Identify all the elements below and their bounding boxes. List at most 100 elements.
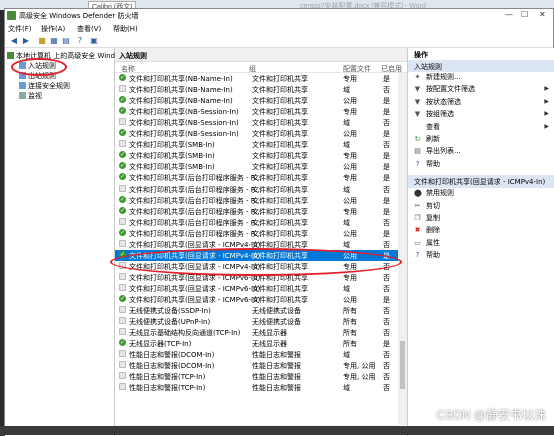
maximize-button[interactable]: ☐ (521, 10, 528, 19)
menu-file[interactable]: 文件(F) (8, 24, 32, 34)
rule-enabled: 是 (383, 152, 390, 161)
properties-icon: ▭ (414, 238, 421, 247)
vertical-scrollbar[interactable] (398, 73, 407, 425)
rule-group: 文件和打印机共享 (252, 229, 308, 238)
rule-enabled: 是 (383, 97, 390, 106)
rule-profile: 域 (343, 284, 350, 293)
table-row[interactable]: 文件和打印机共享(后台打印程序服务 - R... 文件和打印机共享 域 否 (115, 217, 398, 228)
rule-group: 性能日志和警报 (252, 373, 301, 382)
rule-enabled: 否 (383, 240, 390, 249)
action-delete[interactable]: ✖ 删除 (408, 225, 554, 237)
table-row[interactable]: ✓ 文件和打印机共享(SMB-In) 文件和打印机共享 专用 是 (115, 150, 398, 161)
table-row[interactable]: ✓ 文件和打印机共享(后台打印程序服务 - R... 文件和打印机共享 专用 是 (115, 172, 398, 183)
action-export[interactable]: ▤ 导出列表... (408, 146, 554, 158)
action-new-rule[interactable]: ✦ 新建规则... (408, 72, 554, 84)
table-row[interactable]: ✓ 文件和打印机共享(NB-Session-In) 文件和打印机共享 公用 是 (115, 128, 398, 139)
tree-inbound[interactable]: 入站规则 (19, 61, 56, 71)
show-tree-icon[interactable]: ▦ (49, 36, 59, 46)
rule-profile: 域 (343, 86, 350, 95)
rule-group: 文件和打印机共享 (252, 108, 308, 117)
table-row[interactable]: ✓ 文件和打印机共享(NB-Session-In) 文件和打印机共享 专用 是 (115, 106, 398, 117)
rule-enabled: 否 (383, 218, 390, 227)
action-copy[interactable]: ❐ 复制 (408, 213, 554, 225)
action-cut[interactable]: ✂ 剪切 (408, 201, 554, 213)
minimize-button[interactable]: — (505, 10, 513, 19)
table-row[interactable]: ✓ 无线显示器(TCP-In) 无线显示器 所有 是 (115, 338, 398, 349)
rule-group: 无线显示器 (252, 340, 287, 349)
table-row[interactable]: ✓ 文件和打印机共享(NB-Name-In) 文件和打印机共享 专用 是 (115, 73, 398, 84)
menu-view[interactable]: 查看(V) (77, 24, 101, 34)
export-icon[interactable]: ▤ (61, 36, 71, 46)
action-filter-group[interactable]: ▼ 按组筛选 ▶ (408, 109, 554, 121)
table-row[interactable]: ✓ 文件和打印机共享(SMB-In) 文件和打印机共享 公用 是 (115, 161, 398, 172)
table-row[interactable]: 性能日志和警报(DCOM-In) 性能日志和警报 域 否 (115, 349, 398, 360)
rule-group: 性能日志和警报 (252, 362, 301, 371)
close-button[interactable]: ✕ (539, 10, 546, 19)
delete-icon: ✖ (414, 226, 421, 235)
action-filter-profile[interactable]: ▼ 按配置文件筛选 ▶ (408, 84, 554, 96)
table-row[interactable]: 文件和打印机共享(回显请求 - ICMPv6-In) 文件和打印机共享 域 否 (115, 283, 398, 294)
filter-icon: ▼ (414, 97, 421, 106)
menu-help[interactable]: 帮助(H) (113, 24, 138, 34)
rule-enabled: 是 (383, 108, 390, 117)
action-refresh[interactable]: ↻ 刷新 (408, 134, 554, 146)
action-properties[interactable]: ▭ 属性 (408, 238, 554, 250)
disable-icon: ⬤ (414, 189, 422, 198)
rule-enabled: 是 (383, 296, 390, 304)
action-help[interactable]: ? 帮助 (408, 159, 554, 171)
rule-group: 文件和打印机共享 (252, 196, 308, 205)
rule-profile: 公用 (343, 296, 357, 304)
action-view[interactable]: 查看 ▶ (408, 122, 554, 134)
table-row[interactable]: ✓ 文件和打印机共享(后台打印程序服务 - R... 文件和打印机共享 公用 是 (115, 195, 398, 206)
actions-section-rule[interactable]: 文件和打印机共享(回显请求 - ICMPv4-In) (408, 175, 554, 189)
back-icon[interactable]: ◀ (9, 36, 19, 46)
table-row[interactable]: 无线便携式设备(UPnP-In) 无线便携式设备 所有 否 (115, 316, 398, 327)
rule-profile: 公用 (343, 196, 357, 205)
rule-name: 文件和打印机共享(后台打印程序服务 - R... (129, 174, 262, 183)
table-row[interactable]: 文件和打印机共享(NB-Name-In) 文件和打印机共享 域 否 (115, 84, 398, 95)
rule-name: 性能日志和警报(DCOM-In) (129, 351, 215, 360)
table-row[interactable]: ✓ 文件和打印机共享(NB-Name-In) 文件和打印机共享 公用 是 (115, 95, 398, 106)
rule-profile: 专用 (343, 207, 357, 216)
menu-bar: 文件(F) 操作(A) 查看(V) 帮助(H) (5, 22, 553, 34)
menu-action[interactable]: 操作(A) (41, 24, 65, 34)
rule-group: 文件和打印机共享 (252, 262, 308, 271)
view-icon[interactable]: ▣ (89, 36, 99, 46)
table-row[interactable]: ✓ 文件和打印机共享(后台打印程序服务 - R... 文件和打印机共享 专用 是 (115, 206, 398, 217)
table-row[interactable]: 文件和打印机共享(NB-Session-In) 文件和打印机共享 域 否 (115, 117, 398, 128)
table-row[interactable]: 文件和打印机共享(后台打印程序服务 - R... 文件和打印机共享 域 否 (115, 184, 398, 195)
rule-enabled: 是 (383, 163, 390, 172)
table-row[interactable]: ✓ 文件和打印机共享(后台打印程序服务 - R... 文件和打印机共享 公用 是 (115, 228, 398, 239)
tree-root[interactable]: 本地计算机 上的高级安全 Windo (7, 51, 119, 61)
table-row[interactable]: 无线显示基础结构反向通道(TCP-In) 无线显示器 所有 否 (115, 327, 398, 338)
folder-up-icon[interactable]: ■ (37, 36, 47, 46)
rule-name: 性能日志和警报(DCOM-In) (129, 362, 215, 371)
table-row[interactable]: 性能日志和警报(DCOM-In) 性能日志和警报 专用, 公用否 (115, 360, 398, 371)
table-row[interactable]: 性能日志和警报(TCP-In) 性能日志和警报 域 否 (115, 382, 398, 393)
rule-name: 文件和打印机共享(回显请求 - ICMPv4-In) (129, 262, 261, 271)
table-row[interactable]: 文件和打印机共享(回显请求 - ICMPv4-In) 文件和打印机共享 域 否 (115, 239, 398, 250)
help-icon[interactable]: ? (75, 36, 85, 46)
tree-connection-security[interactable]: 连接安全规则 (19, 81, 70, 91)
rule-group: 文件和打印机共享 (252, 75, 308, 83)
table-row[interactable]: 文件和打印机共享(SMB-In) 文件和打印机共享 域 否 (115, 139, 398, 150)
scroll-thumb[interactable] (400, 341, 405, 389)
rule-group: 文件和打印机共享 (252, 251, 308, 260)
forward-icon[interactable]: ▶ (21, 36, 31, 46)
action-filter-state[interactable]: ▼ 按状态筛选 ▶ (408, 97, 554, 109)
rule-name: 文件和打印机共享(回显请求 - ICMPv6-In) (129, 296, 261, 304)
actions-section-inbound[interactable]: 入站规则 (408, 60, 554, 72)
rule-group: 文件和打印机共享 (252, 163, 308, 172)
tree-monitor[interactable]: 监视 (19, 91, 42, 101)
table-row[interactable]: 性能日志和警报(TCP-In) 性能日志和警报 专用, 公用否 (115, 371, 398, 382)
rule-enabled: 是 (383, 340, 390, 349)
table-row[interactable]: 文件和打印机共享(回显请求 - ICMPv4-In) 文件和打印机共享 专用 否 (115, 261, 398, 272)
table-row[interactable]: ✓ 文件和打印机共享(回显请求 - ICMPv6-In) 文件和打印机共享 公用 是 (115, 294, 398, 305)
table-row[interactable]: 文件和打印机共享(回显请求 - ICMPv6-In) 文件和打印机共享 专用 否 (115, 272, 398, 283)
rule-group: 文件和打印机共享 (252, 273, 308, 282)
action-help-rule[interactable]: ? 帮助 (408, 250, 554, 262)
action-disable-rule[interactable]: ⬤ 禁用规则 (408, 188, 554, 200)
table-row[interactable]: ✓ 文件和打印机共享(回显请求 - ICMPv4-In) 文件和打印机共享 公用 是 (115, 249, 398, 261)
tree-outbound[interactable]: 出站规则 (19, 71, 56, 81)
table-row[interactable]: 无线便携式设备(SSDP-In) 无线便携式设备 所有 否 (115, 305, 398, 316)
